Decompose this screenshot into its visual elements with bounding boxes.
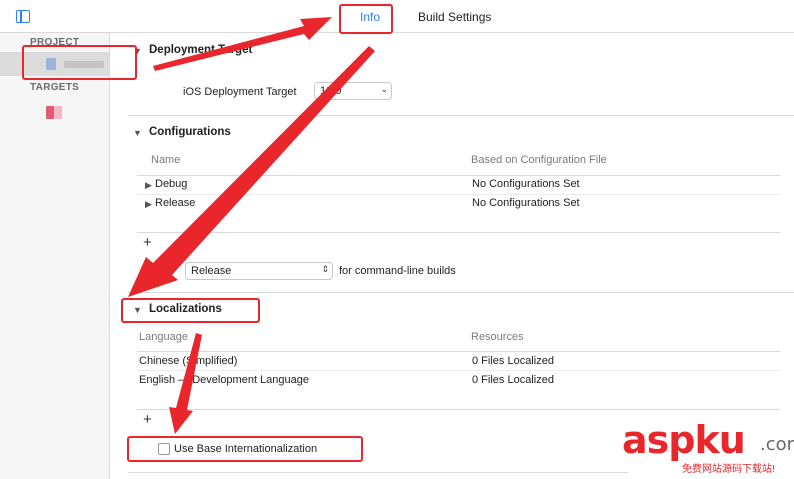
disclosure-triangle-icon[interactable]: ▼ [133, 128, 142, 138]
watermark-subtitle: 免费网站源码下载站! [682, 464, 775, 475]
watermark-logo: aspku .com 免费网站源码下载站! [620, 418, 794, 476]
configurations-title: Configurations [149, 126, 231, 138]
target-name-redacted [54, 106, 62, 119]
table-row-based-on[interactable]: No Configurations Set [472, 178, 580, 190]
row-divider [137, 194, 780, 195]
command-line-config-popup[interactable]: Release ⇕ [185, 262, 333, 280]
localizations-col-language: Language [139, 331, 188, 343]
command-line-config-value: Release [191, 265, 232, 277]
table-header-divider [137, 351, 780, 352]
annotation-box-localizations [121, 298, 260, 323]
localizations-col-resources: Resources [471, 331, 524, 343]
use-prefix-label: Use [155, 265, 175, 277]
configurations-col-based-on: Based on Configuration File [471, 154, 607, 166]
table-header-divider [137, 175, 780, 176]
row-divider [137, 370, 780, 371]
ios-deployment-target-popup[interactable]: 10.0 ⌄ [314, 82, 392, 100]
editor-tab-bar [0, 0, 794, 33]
table-row[interactable]: English — Development Language [139, 374, 309, 386]
project-navigator-sidebar [0, 33, 110, 479]
configurations-col-name: Name [151, 154, 181, 166]
expand-triangle-icon[interactable]: ▶ [145, 199, 152, 210]
expand-triangle-icon[interactable]: ▶ [145, 180, 152, 191]
watermark-main-text: aspku [622, 418, 746, 462]
targets-section-header: TARGETS [30, 82, 80, 93]
annotation-box-project [22, 45, 137, 80]
target-icon[interactable] [46, 106, 54, 119]
table-row-resources[interactable]: 0 Files Localized [472, 355, 554, 367]
section-divider [128, 472, 628, 473]
table-row-resources[interactable]: 0 Files Localized [472, 374, 554, 386]
tab-build-settings[interactable]: Build Settings [418, 10, 491, 24]
table-row[interactable]: Debug [155, 178, 187, 190]
add-localization-button[interactable]: + [143, 411, 152, 428]
remove-configuration-button[interactable] [173, 242, 183, 243]
deployment-target-title: Deployment Target [149, 44, 253, 56]
add-configuration-button[interactable]: + [143, 234, 152, 251]
table-bottom-divider [137, 232, 780, 233]
ios-deployment-target-label: iOS Deployment Target [183, 86, 297, 98]
section-divider [128, 292, 794, 293]
annotation-box-base-intl [127, 436, 363, 462]
table-row-based-on[interactable]: No Configurations Set [472, 197, 580, 209]
table-row[interactable]: Chinese (Simplified) [139, 355, 237, 367]
section-divider [128, 115, 794, 116]
chevron-down-icon: ⌄ [380, 84, 388, 94]
ios-deployment-target-value: 10.0 [320, 85, 342, 97]
sidebar-toggle-icon[interactable] [16, 10, 30, 23]
table-row[interactable]: Release [155, 197, 195, 209]
command-line-suffix-label: for command-line builds [339, 265, 456, 277]
annotation-box-info-tab [339, 4, 393, 34]
watermark-domain-text: .com [760, 434, 794, 455]
table-bottom-divider [137, 409, 780, 410]
updown-chevron-icon: ⇕ [321, 264, 329, 274]
